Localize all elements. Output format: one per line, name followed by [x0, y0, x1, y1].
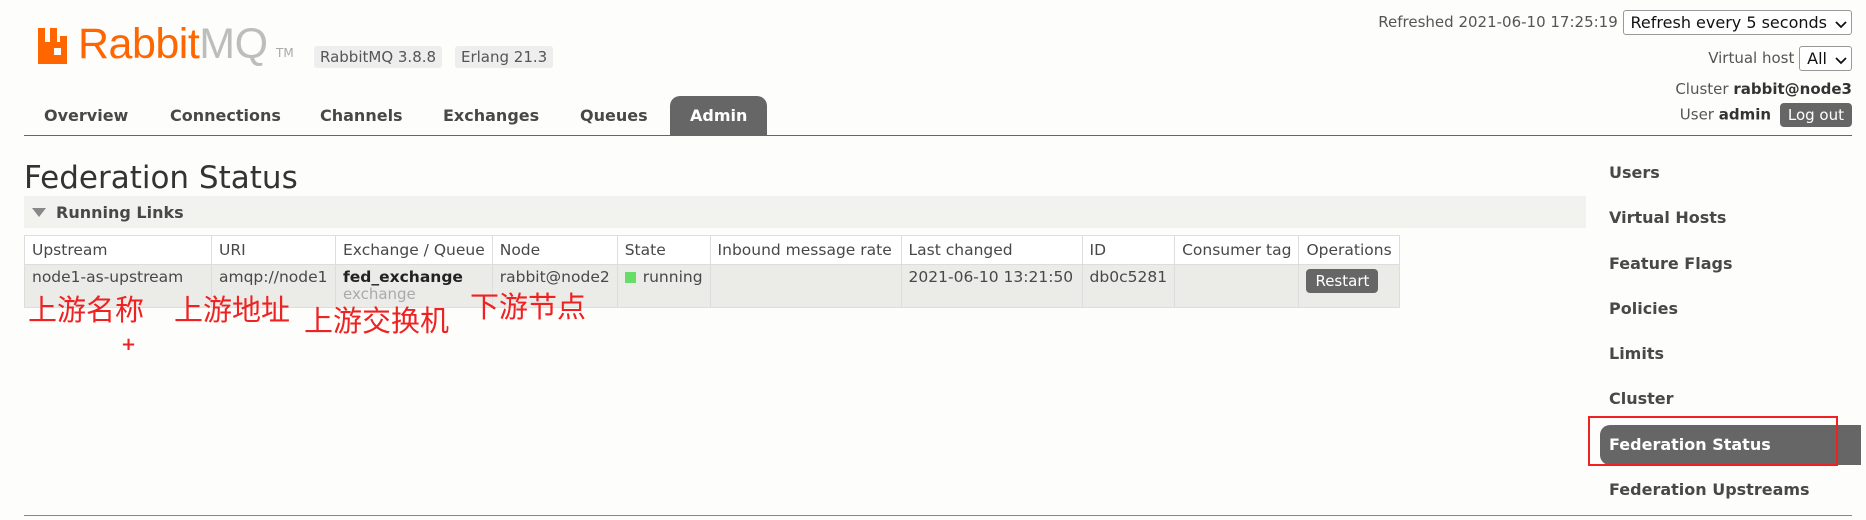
col-last-changed: Last changed: [900, 235, 1083, 265]
logo-trademark: TM: [276, 46, 294, 60]
logout-button[interactable]: Log out: [1779, 103, 1852, 127]
running-links-section-header[interactable]: Running Links: [24, 196, 1586, 228]
col-inbound-rate: Inbound message rate: [709, 235, 902, 265]
running-status-icon: [624, 272, 636, 283]
sidebar-item-users[interactable]: Users: [1600, 153, 1861, 193]
cell-id: db0c5281: [1081, 264, 1176, 308]
table-header-row: Upstream URI Exchange / Queue Node State…: [24, 235, 1400, 265]
col-upstream: Upstream: [24, 235, 212, 265]
cursor-crosshair-mark: +: [121, 334, 137, 355]
cluster-name: rabbit@node3: [1733, 80, 1852, 98]
chevron-down-icon: [1835, 20, 1847, 28]
sidebar-item-feature-flags[interactable]: Feature Flags: [1600, 244, 1861, 284]
cell-last-changed: 2021-06-10 13:21:50: [900, 264, 1083, 308]
tab-exchanges[interactable]: Exchanges: [423, 96, 559, 136]
rabbitmq-version-badge: RabbitMQ 3.8.8: [314, 46, 443, 68]
sidebar-item-policies[interactable]: Policies: [1600, 289, 1861, 329]
cluster-info: Cluster rabbit@node3: [1675, 80, 1852, 98]
tab-divider: [24, 135, 1852, 136]
annotation-downstream-node: 下游节点: [470, 290, 587, 324]
vhost-row: Virtual host All: [1708, 46, 1852, 71]
sidebar-item-virtual-hosts[interactable]: Virtual Hosts: [1600, 198, 1861, 238]
annotation-upstream-exchange: 上游交换机: [304, 304, 450, 338]
cluster-label: Cluster: [1675, 80, 1729, 98]
col-operations: Operations: [1298, 235, 1400, 265]
sidebar-item-cluster[interactable]: Cluster: [1600, 379, 1861, 419]
bottom-divider: [24, 515, 1852, 516]
logo-wordmark: RabbitMQ: [78, 20, 268, 68]
user-info: User admin Log out: [1680, 103, 1852, 127]
rabbitmq-logo-icon: [38, 28, 67, 64]
cell-inbound-rate: [709, 264, 902, 308]
cell-operations: Restart: [1298, 264, 1400, 308]
sidebar-item-limits[interactable]: Limits: [1600, 334, 1861, 374]
vhost-label: Virtual host: [1708, 49, 1795, 67]
tab-overview[interactable]: Overview: [24, 96, 148, 136]
cell-consumer-tag: [1174, 264, 1300, 308]
tab-admin[interactable]: Admin: [670, 96, 768, 136]
restart-button[interactable]: Restart: [1306, 269, 1379, 293]
collapse-triangle-icon: [32, 208, 46, 217]
chevron-down-icon: [1835, 56, 1847, 64]
col-node: Node: [491, 235, 618, 265]
erlang-version-badge: Erlang 21.3: [455, 46, 554, 68]
refreshed-label: Refreshed: [1378, 13, 1454, 31]
annotation-upstream-name: 上游名称: [28, 293, 145, 327]
tab-channels[interactable]: Channels: [300, 96, 423, 136]
col-exchange-queue: Exchange / Queue: [335, 235, 493, 265]
user-name: admin: [1718, 105, 1772, 124]
refresh-row: Refreshed 2021-06-10 17:25:19 Refresh ev…: [1378, 10, 1852, 35]
page-title: Federation Status: [24, 160, 298, 196]
col-consumer-tag: Consumer tag: [1174, 235, 1300, 265]
exchange-name-link[interactable]: fed_exchange: [343, 267, 485, 287]
col-uri: URI: [211, 235, 336, 265]
tab-connections[interactable]: Connections: [150, 96, 301, 136]
col-state: State: [616, 235, 711, 265]
state-text: running: [642, 268, 703, 286]
annotation-highlight-box: [1588, 416, 1838, 466]
sidebar-item-federation-upstreams[interactable]: Federation Upstreams: [1600, 470, 1861, 510]
cell-state: running: [616, 264, 711, 308]
col-id: ID: [1081, 235, 1176, 265]
section-label: Running Links: [56, 203, 184, 222]
refresh-interval-select[interactable]: Refresh every 5 seconds: [1622, 10, 1852, 35]
tab-queues[interactable]: Queues: [560, 96, 668, 136]
vhost-select[interactable]: All: [1799, 46, 1852, 71]
annotation-upstream-address: 上游地址: [174, 293, 291, 327]
user-label: User: [1679, 105, 1714, 124]
refreshed-timestamp: 2021-06-10 17:25:19: [1458, 13, 1618, 31]
